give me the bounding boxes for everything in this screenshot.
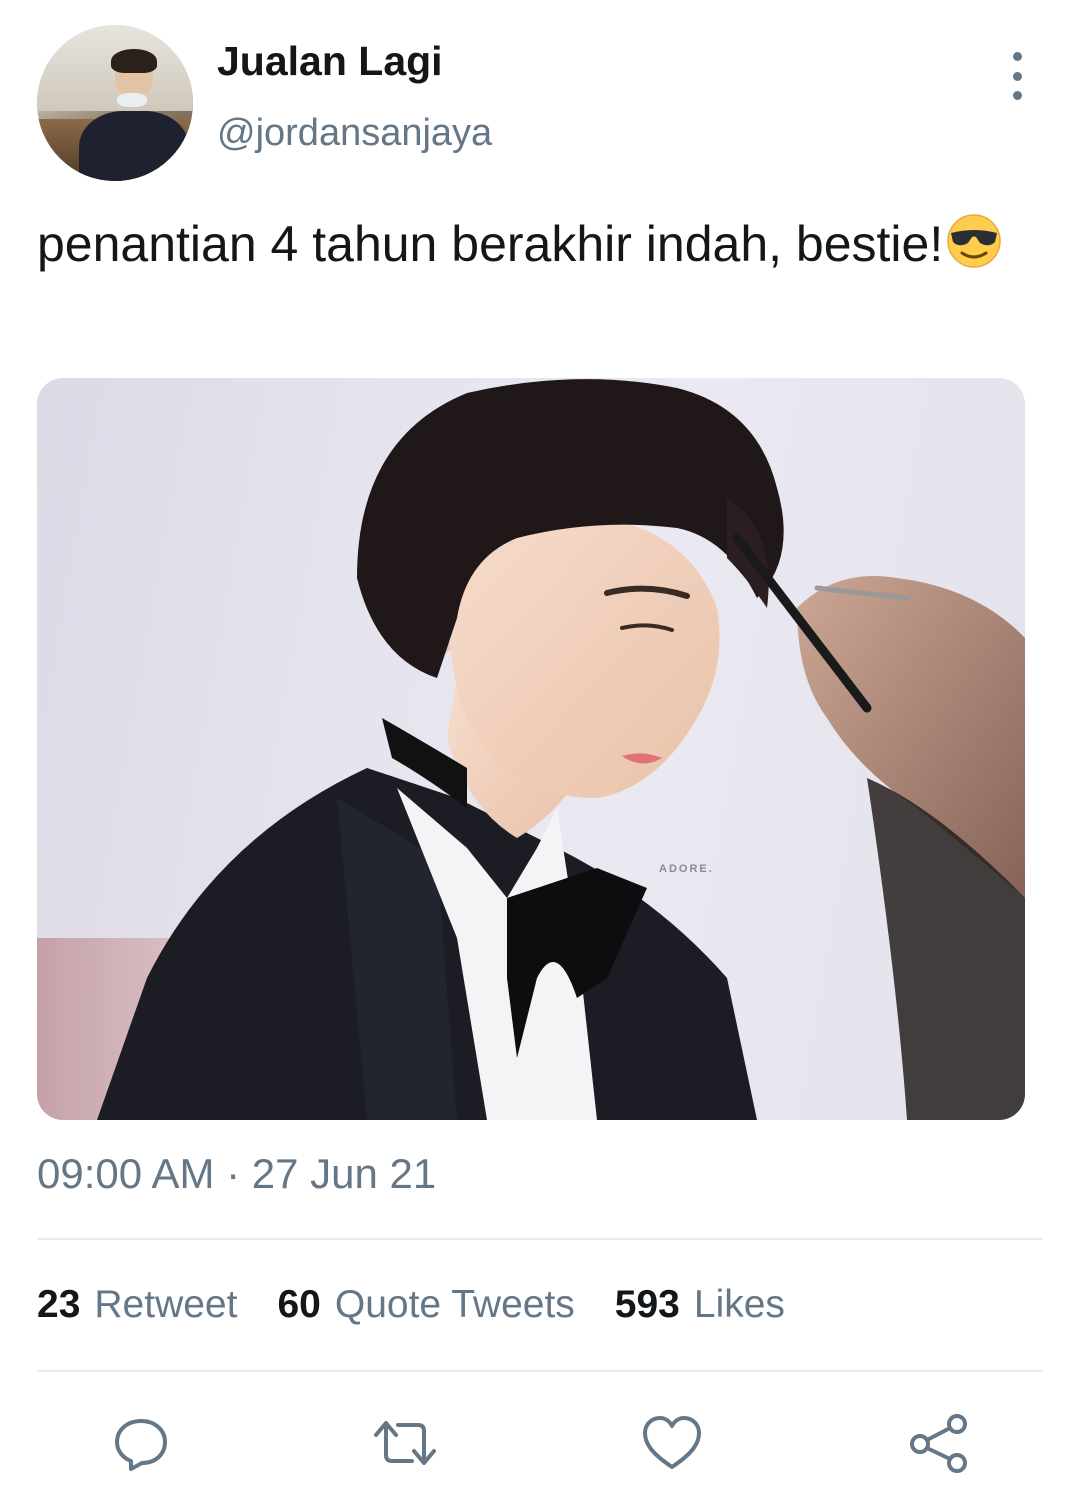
likes-stat[interactable]: 593 Likes [615,1283,785,1327]
quote-tweets-label: Quote Tweets [334,1283,575,1326]
sunglasses-emoji-icon [943,213,1005,269]
divider [37,1370,1043,1372]
profile-avatar[interactable] [37,25,193,181]
photo-watermark: ADORE. [659,863,714,875]
tweet-text-content: penantian 4 tahun berakhir indah, bestie… [37,216,944,272]
reply-icon[interactable] [106,1408,176,1478]
tweet-actions [0,1408,1079,1478]
retweet-count: 23 [37,1283,81,1326]
tweet-stats: 23 Retweet 60 Quote Tweets 593 Likes [37,1283,825,1327]
user-handle[interactable]: @jordansanjaya [217,112,492,155]
retweet-label: Retweet [94,1283,238,1326]
tweet-timestamp[interactable]: 09:00 AM · 27 Jun 21 [37,1150,436,1198]
like-icon[interactable] [637,1408,707,1478]
retweet-stat[interactable]: 23 Retweet [37,1283,237,1327]
share-icon[interactable] [904,1408,974,1478]
likes-count: 593 [614,1283,680,1326]
tweet-photo[interactable]: ADORE. [37,378,1025,1120]
display-name[interactable]: Jualan Lagi [217,38,443,85]
retweet-icon[interactable] [370,1408,440,1478]
tweet-text: penantian 4 tahun berakhir indah, bestie… [37,208,1037,280]
quote-tweets-count: 60 [277,1283,321,1326]
divider [37,1238,1043,1240]
likes-label: Likes [693,1283,785,1326]
more-options-icon[interactable] [1000,52,1034,100]
quote-tweets-stat[interactable]: 60 Quote Tweets [277,1283,574,1327]
